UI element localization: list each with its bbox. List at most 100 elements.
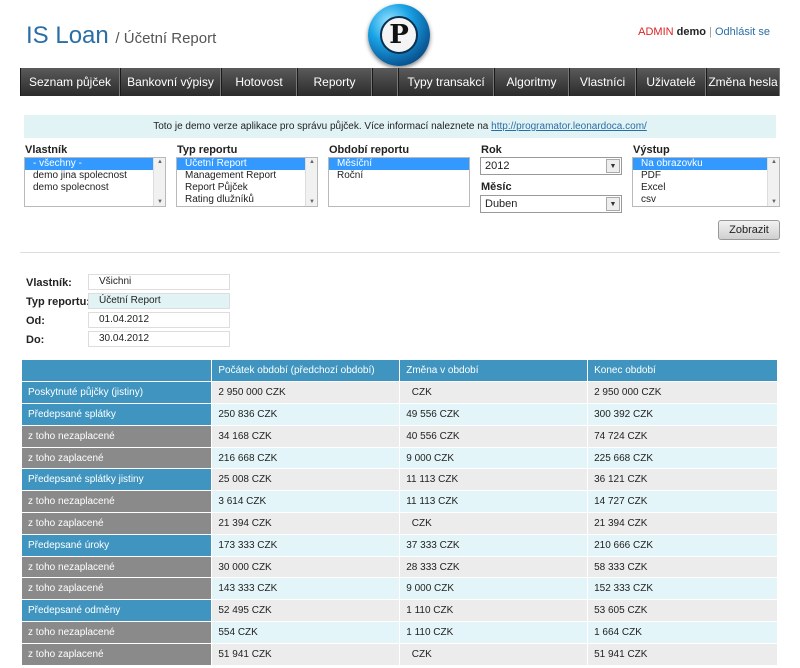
output-option[interactable]: Excel: [633, 182, 779, 194]
cell-start: 3 614 CZK: [211, 490, 401, 514]
meta-type-label: Typ reportu:: [26, 296, 90, 308]
logout-link[interactable]: Odhlásit se: [715, 26, 770, 38]
month-select[interactable]: Duben ▼: [480, 195, 622, 213]
output-option[interactable]: PDF: [633, 170, 779, 182]
nav-cash[interactable]: Hotovost: [221, 68, 297, 96]
table-row: Předepsané úroky 173 333 CZK 37 333 CZK 210…: [22, 534, 778, 557]
nav-users[interactable]: Uživatelé: [636, 68, 706, 96]
report-type-listbox-scrollbar[interactable]: ▲ ▼: [305, 158, 317, 206]
user-bar: ADMIN demo | Odhlásit se: [638, 26, 770, 38]
output-listbox[interactable]: Na obrazovku PDF Excel csv ▲ ▼: [632, 157, 780, 207]
year-select[interactable]: 2012 ▼: [480, 157, 622, 175]
cell-end: 300 392 CZK: [587, 403, 778, 426]
meta-to-label: Do:: [26, 334, 45, 346]
show-button[interactable]: Zobrazit: [718, 220, 780, 240]
report-type-option[interactable]: Účetní Report: [177, 158, 317, 170]
report-table: Počátek období (předchozí období) Změna …: [22, 360, 778, 666]
row-label: z toho zaplacené: [22, 447, 213, 470]
main-nav: Seznam půjček Bankovní výpisy Hotovost R…: [20, 68, 780, 96]
table-row: Předepsané splátky 250 836 CZK 49 556 CZK 3…: [22, 403, 778, 426]
row-label: z toho zaplacené: [22, 643, 213, 666]
nav-loans[interactable]: Seznam půjček: [20, 68, 120, 96]
cell-end: 58 333 CZK: [587, 556, 778, 579]
row-label: z toho nezaplacené: [22, 621, 213, 644]
owner-option[interactable]: - všechny -: [25, 158, 165, 170]
cell-end: 210 666 CZK: [587, 534, 778, 557]
month-filter-label: Měsíc: [481, 181, 512, 193]
cell-change: CZK: [399, 512, 589, 535]
table-row: z toho nezaplacené 34 168 CZK 40 556 CZK 74…: [22, 425, 778, 448]
year-select-value: 2012: [485, 160, 510, 172]
meta-to-value: 30.04.2012: [88, 331, 230, 347]
output-option[interactable]: Na obrazovku: [633, 158, 779, 170]
meta-owner-label: Vlastník:: [26, 277, 72, 289]
row-label: Předepsané splátky jistiny: [22, 468, 213, 492]
cell-change: 9 000 CZK: [399, 447, 589, 470]
chevron-down-icon[interactable]: ▼: [606, 159, 620, 173]
cell-start: 51 941 CZK: [211, 643, 401, 666]
nav-owners[interactable]: Vlastníci: [569, 68, 636, 96]
cell-change: CZK: [399, 643, 589, 666]
demo-info-link[interactable]: http://programator.leonardoca.com/: [491, 121, 647, 132]
nav-transaction-types[interactable]: Typy transakcí: [398, 68, 494, 96]
period-listbox[interactable]: Měsíční Roční: [328, 157, 470, 207]
logo: P: [368, 4, 430, 66]
cell-change: 9 000 CZK: [399, 577, 589, 601]
table-row: Poskytnuté půjčky (jistiny) 2 950 000 CZK…: [22, 381, 778, 405]
nav-bank-statements[interactable]: Bankovní výpisy: [120, 68, 221, 96]
output-option[interactable]: csv: [633, 194, 779, 206]
cell-start: 25 008 CZK: [211, 468, 401, 492]
cell-start: 216 668 CZK: [211, 447, 401, 470]
cell-change: 11 113 CZK: [399, 490, 589, 514]
table-row: Předepsané odměny 52 495 CZK 1 110 CZK 53 6…: [22, 599, 778, 623]
cell-start: 2 950 000 CZK: [211, 381, 401, 405]
page-title: / Účetní Report: [115, 30, 217, 47]
table-row: z toho zaplacené 51 941 CZK CZK 51 941 CZK: [22, 643, 778, 666]
output-listbox-scrollbar[interactable]: ▲ ▼: [767, 158, 779, 206]
meta-from-label: Od:: [26, 315, 45, 327]
period-option[interactable]: Roční: [329, 170, 469, 182]
table-row: Předepsané splátky jistiny 25 008 CZK 11 1…: [22, 468, 778, 492]
report-type-option[interactable]: Report Půjček: [177, 182, 317, 194]
owner-option[interactable]: demo spolecnost: [25, 182, 165, 194]
year-filter-label: Rok: [481, 144, 502, 156]
cell-end: 21 394 CZK: [587, 512, 778, 535]
divider: [20, 252, 780, 253]
meta-type-value: Účetní Report: [88, 293, 230, 309]
owner-filter-label: Vlastník: [25, 144, 68, 156]
report-header-change: Změna v období: [399, 360, 589, 383]
table-row: z toho zaplacené 216 668 CZK 9 000 CZK 225 …: [22, 447, 778, 470]
cell-start: 250 836 CZK: [211, 403, 401, 426]
report-type-option[interactable]: Rating dlužníků: [177, 194, 317, 206]
cell-start: 21 394 CZK: [211, 512, 401, 535]
row-label: z toho zaplacené: [22, 512, 213, 535]
chevron-down-icon[interactable]: ▼: [606, 197, 620, 211]
table-row: z toho zaplacené 143 333 CZK 9 000 CZK 152 …: [22, 577, 778, 601]
row-label: z toho nezaplacené: [22, 556, 213, 579]
cell-end: 152 333 CZK: [587, 577, 778, 601]
report-header-end: Konec období: [587, 360, 778, 383]
demo-info-bar: Toto je demo verze aplikace pro správu p…: [24, 115, 776, 138]
cell-end: 51 941 CZK: [587, 643, 778, 666]
nav-change-password[interactable]: Změna hesla: [706, 68, 780, 96]
cell-start: 52 495 CZK: [211, 599, 401, 623]
row-label: Předepsané odměny: [22, 599, 213, 623]
period-option[interactable]: Měsíční: [329, 158, 469, 170]
cell-end: 53 605 CZK: [587, 599, 778, 623]
cell-end: 2 950 000 CZK: [587, 381, 778, 405]
report-header-blank: [22, 360, 213, 383]
report-type-listbox[interactable]: Účetní Report Management Report Report P…: [176, 157, 318, 207]
owner-option[interactable]: demo jina spolecnost: [25, 170, 165, 182]
nav-reports[interactable]: Reporty: [297, 68, 372, 96]
demo-info-text: Toto je demo verze aplikace pro správu p…: [153, 121, 489, 132]
owner-listbox-scrollbar[interactable]: ▲ ▼: [153, 158, 165, 206]
row-label: z toho nezaplacené: [22, 425, 213, 448]
report-type-option[interactable]: Management Report: [177, 170, 317, 182]
logo-letter: P: [380, 16, 418, 54]
nav-spacer: [372, 68, 398, 96]
cell-end: 74 724 CZK: [587, 425, 778, 448]
nav-algorithms[interactable]: Algoritmy: [494, 68, 569, 96]
table-row: z toho nezaplacené 30 000 CZK 28 333 CZK 58…: [22, 556, 778, 579]
month-select-value: Duben: [485, 198, 518, 210]
owner-listbox[interactable]: - všechny - demo jina spolecnost demo sp…: [24, 157, 166, 207]
